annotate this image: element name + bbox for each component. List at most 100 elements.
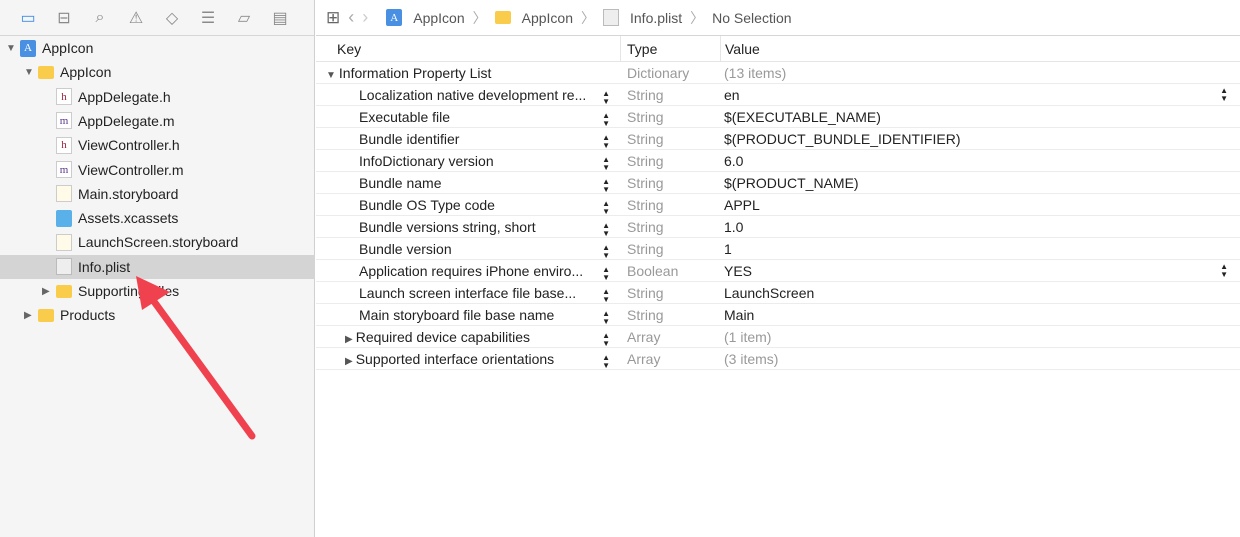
type-cell[interactable]: String [620, 238, 720, 259]
disclosure-triangle-icon[interactable]: ▶ [345, 356, 353, 367]
type-cell[interactable]: String [620, 150, 720, 171]
tree-item[interactable]: m AppDelegate.m [42, 109, 175, 133]
value-cell[interactable]: 1.0 [720, 216, 1240, 237]
disclosure-triangle-icon[interactable]: ▼ [6, 43, 20, 54]
key-stepper-icon[interactable]: ▲ ▼ [602, 111, 610, 128]
disclosure-triangle-icon[interactable]: ▶ [345, 334, 353, 345]
tree-item[interactable]: ▼ AppIcon [24, 60, 111, 84]
back-button[interactable]: ‹ [348, 7, 354, 28]
key-cell[interactable]: Main storyboard file base name ▲ ▼ [316, 307, 620, 326]
tree-item[interactable]: ▶ Supporting Files [42, 279, 179, 303]
key-cell[interactable]: Executable file ▲ ▼ [316, 109, 620, 128]
value-cell[interactable]: $(PRODUCT_NAME) [720, 172, 1240, 193]
type-cell[interactable]: Array [620, 348, 720, 369]
plist-row[interactable]: Application requires iPhone enviro... ▲ ▼ B… [316, 260, 1240, 282]
key-stepper-icon[interactable]: ▲ ▼ [602, 221, 610, 238]
plist-row[interactable]: ▶ Supported interface orientations ▲ ▼ Array… [316, 348, 1240, 370]
value-popup-icon[interactable]: ▲ ▼ [1220, 87, 1228, 103]
key-stepper-icon[interactable]: ▲ ▼ [602, 287, 610, 304]
key-cell[interactable]: Bundle name ▲ ▼ [316, 175, 620, 194]
plist-row[interactable]: Bundle OS Type code ▲ ▼ String APPL [316, 194, 1240, 216]
column-header-key[interactable]: Key [316, 41, 620, 57]
breakpoint-icon[interactable]: ▱ [234, 9, 254, 27]
key-cell[interactable]: ▶ Required device capabilities ▲ ▼ [316, 329, 620, 348]
value-cell[interactable]: Main [720, 304, 1240, 325]
key-stepper-icon[interactable]: ▲ ▼ [602, 89, 610, 106]
value-cell[interactable]: 6.0 [720, 150, 1240, 171]
key-stepper-icon[interactable]: ▲ ▼ [602, 177, 610, 194]
plist-row[interactable]: InfoDictionary version ▲ ▼ String 6.0 [316, 150, 1240, 172]
column-header-type[interactable]: Type [620, 36, 720, 61]
debug-icon[interactable]: ☰ [198, 9, 218, 27]
value-cell[interactable]: $(EXECUTABLE_NAME) [720, 106, 1240, 127]
key-cell[interactable]: Bundle OS Type code ▲ ▼ [316, 197, 620, 216]
key-cell[interactable]: ▶ Supported interface orientations ▲ ▼ [316, 351, 620, 370]
key-stepper-icon[interactable]: ▲ ▼ [602, 331, 610, 348]
type-cell[interactable]: Dictionary [620, 62, 720, 83]
plist-row[interactable]: Main storyboard file base name ▲ ▼ String Ma… [316, 304, 1240, 326]
plist-row[interactable]: Bundle version ▲ ▼ String 1 [316, 238, 1240, 260]
column-header-value[interactable]: Value [720, 36, 1240, 61]
key-stepper-icon[interactable]: ▲ ▼ [602, 353, 610, 370]
type-cell[interactable]: Array [620, 326, 720, 347]
key-cell[interactable]: Bundle version ▲ ▼ [316, 241, 620, 260]
warning-icon[interactable]: ⚠ [126, 9, 146, 27]
value-cell[interactable]: 1 [720, 238, 1240, 259]
type-cell[interactable]: Boolean [620, 260, 720, 281]
plist-row[interactable]: Bundle identifier ▲ ▼ String $(PRODUCT_BUNDL… [316, 128, 1240, 150]
type-cell[interactable]: String [620, 194, 720, 215]
type-cell[interactable]: String [620, 216, 720, 237]
plist-row[interactable]: ▼ Information Property List Dictionary (13 … [316, 62, 1240, 84]
disclosure-triangle-icon[interactable]: ▶ [24, 310, 38, 321]
key-stepper-icon[interactable]: ▲ ▼ [602, 265, 610, 282]
tree-item[interactable]: ▶ Products [24, 303, 115, 327]
test-icon[interactable]: ◇ [162, 9, 182, 27]
tree-item[interactable]: Main.storyboard [42, 182, 178, 206]
breadcrumb-file[interactable]: Info.plist [603, 9, 682, 26]
disclosure-triangle-icon[interactable]: ▶ [42, 286, 56, 297]
value-cell[interactable]: (3 items) [720, 348, 1240, 369]
key-stepper-icon[interactable]: ▲ ▼ [602, 199, 610, 216]
plist-row[interactable]: Executable file ▲ ▼ String $(EXECUTABLE_NAME… [316, 106, 1240, 128]
tree-item[interactable]: h ViewController.h [42, 133, 180, 157]
key-cell[interactable]: Bundle versions string, short ▲ ▼ [316, 219, 620, 238]
key-stepper-icon[interactable]: ▲ ▼ [602, 243, 610, 260]
tree-item[interactable]: LaunchScreen.storyboard [42, 230, 238, 254]
key-cell[interactable]: InfoDictionary version ▲ ▼ [316, 153, 620, 172]
key-cell[interactable]: Launch screen interface file base... ▲ ▼ [316, 285, 620, 304]
plist-row[interactable]: ▶ Required device capabilities ▲ ▼ Array (1 i… [316, 326, 1240, 348]
folder-icon[interactable]: ▭ [18, 9, 38, 27]
related-items-icon[interactable]: ⊞ [326, 8, 340, 28]
disclosure-triangle-icon[interactable]: ▼ [24, 67, 38, 78]
tree-item[interactable]: Assets.xcassets [42, 206, 178, 230]
key-stepper-icon[interactable]: ▲ ▼ [602, 133, 610, 150]
type-cell[interactable]: String [620, 282, 720, 303]
type-cell[interactable]: String [620, 304, 720, 325]
value-cell[interactable]: YES ▲ ▼ [720, 260, 1240, 281]
plist-row[interactable]: Launch screen interface file base... ▲ ▼ St… [316, 282, 1240, 304]
hierarchy-icon[interactable]: ⊟ [54, 9, 74, 27]
breadcrumb-folder[interactable]: AppIcon [494, 10, 573, 26]
disclosure-triangle-icon[interactable]: ▼ [326, 70, 336, 81]
type-cell[interactable]: String [620, 84, 720, 105]
forward-button[interactable]: › [362, 7, 368, 28]
tree-item[interactable]: m ViewController.m [42, 158, 184, 182]
key-cell[interactable]: Localization native development re... ▲ ▼ [316, 87, 620, 106]
type-cell[interactable]: String [620, 128, 720, 149]
breadcrumb-selection[interactable]: No Selection [712, 10, 791, 26]
key-cell[interactable]: Bundle identifier ▲ ▼ [316, 131, 620, 150]
value-cell[interactable]: $(PRODUCT_BUNDLE_IDENTIFIER) [720, 128, 1240, 149]
key-cell[interactable]: ▼ Information Property List [316, 65, 620, 81]
key-stepper-icon[interactable]: ▲ ▼ [602, 155, 610, 172]
tree-item[interactable]: ▼ A AppIcon [6, 36, 93, 60]
report-icon[interactable]: ▤ [270, 9, 290, 27]
tree-item[interactable]: Info.plist [0, 254, 315, 279]
key-cell[interactable]: Application requires iPhone enviro... ▲ ▼ [316, 263, 620, 282]
value-cell[interactable]: (13 items) [720, 62, 1240, 83]
value-cell[interactable]: APPL [720, 194, 1240, 215]
plist-row[interactable]: Bundle name ▲ ▼ String $(PRODUCT_NAME) [316, 172, 1240, 194]
tree-item[interactable]: h AppDelegate.h [42, 85, 171, 109]
type-cell[interactable]: String [620, 172, 720, 193]
value-cell[interactable]: (1 item) [720, 326, 1240, 347]
plist-row[interactable]: Bundle versions string, short ▲ ▼ String 1.0 [316, 216, 1240, 238]
